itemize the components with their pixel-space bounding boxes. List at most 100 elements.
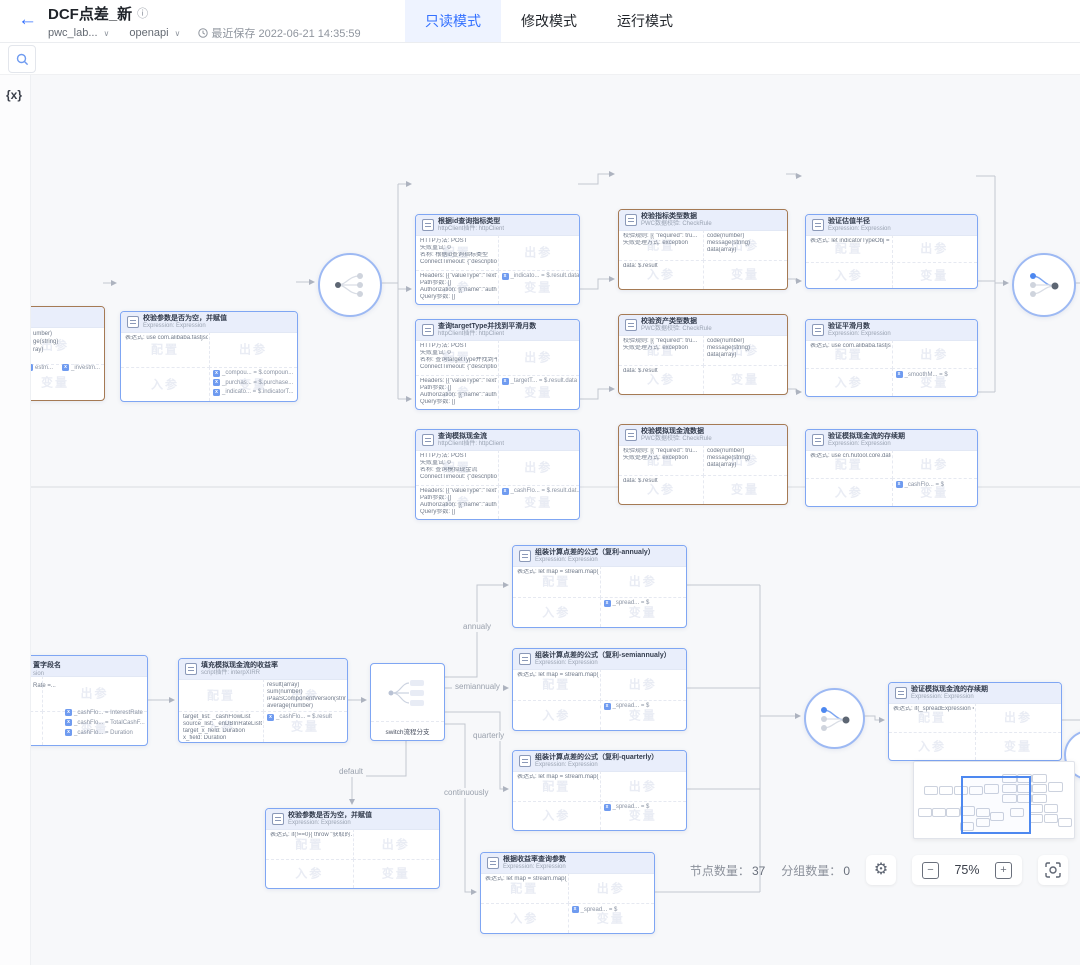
tab-edit-mode[interactable]: 修改模式 (501, 0, 597, 42)
minimap-node (1044, 804, 1058, 813)
node-subtitle: Expression: Expression (143, 323, 227, 330)
node-type-icon (487, 857, 499, 869)
node-config-line: Headers: [{"valueType":"Text","n... (420, 378, 497, 385)
search-button[interactable] (8, 45, 36, 73)
node-type-icon (519, 550, 531, 562)
quadrant-watermark: 入参 (266, 865, 353, 882)
quadrant-watermark: 出参 (892, 346, 978, 363)
node-config-line: sum(number) (267, 689, 346, 696)
variables-icon[interactable]: {x} (6, 88, 22, 102)
node-config-line: code(number) (707, 448, 786, 455)
variable-chip-icon: x (213, 379, 220, 386)
variable-tag: _cashFlo... = $ (905, 482, 945, 488)
settings-button[interactable]: ⚙ (866, 855, 896, 885)
zoom-in-button[interactable]: + (995, 862, 1012, 879)
merge-node[interactable] (804, 688, 865, 749)
node-subtitle: PWC数据校验: CheckRule (641, 436, 712, 443)
fit-view-button[interactable] (1038, 855, 1068, 885)
node-subtitle: Expression: Expression (288, 820, 372, 827)
node-title: 验证估值半径 (828, 217, 891, 226)
env-select[interactable]: openapi (129, 27, 168, 39)
tab-run-mode[interactable]: 运行模式 (597, 0, 693, 42)
node-title: 校验模拟现金流数据 (641, 427, 712, 436)
merge-node[interactable] (1012, 253, 1076, 317)
variable-chip-icon: x (62, 364, 69, 371)
chevron-down-icon[interactable]: ∨ (104, 29, 110, 38)
flow-node-formula-annualy[interactable]: 组装计算点差的公式（复利-annualy）Expression: Express… (512, 545, 687, 628)
flow-node-verify-valuation-radius[interactable]: 验证估值半径Expression: Expression配置表达式: let i… (805, 214, 978, 289)
status-bar: 节点数量：37 分组数量：0 ⚙ − 75% + (690, 855, 1068, 885)
node-config-line: Authorization: [{"name":"authTyp... (420, 287, 497, 294)
flow-node-query-params-by-yield[interactable]: 根据收益率查询参数Expression: Expression配置表达式: le… (480, 852, 655, 934)
variable-tag: _spread... = $ (613, 600, 650, 606)
node-fragment: x_investm... (62, 364, 100, 374)
flow-node-verify-smooth-months[interactable]: 验证平滑月数Expression: Expression配置表达式: use c… (805, 319, 978, 397)
node-config-line: 表达式: let map = stream.map()... (517, 774, 599, 781)
node-subtitle: Expression: Expression (911, 694, 988, 701)
minimap[interactable] (913, 761, 1075, 839)
flow-node-verify-cashflow-duration-bottom[interactable]: 验证模拟现金流的存续期Expression: Expression配置表达式: … (888, 682, 1062, 761)
quadrant-watermark: 出参 (892, 456, 978, 473)
node-config-line: 表达式: use cn.hutool.core.date... (810, 453, 891, 460)
back-icon[interactable]: ← (18, 10, 37, 30)
minimap-viewport[interactable] (961, 776, 1031, 834)
quadrant-watermark: 配置 (121, 341, 209, 358)
project-select[interactable]: pwc_lab... (48, 27, 98, 39)
breadcrumb: pwc_lab... ∨ openapi ∨ 最近保存 2022-06-21 1… (48, 25, 361, 41)
node-config-line: data(array) (707, 462, 786, 469)
node-type-icon (812, 434, 824, 446)
flow-node-switch-branch[interactable]: switch流程分支 (370, 663, 445, 741)
node-config-line: 表达式: let map = stream.map()... (485, 876, 567, 883)
quadrant-watermark: 出参 (975, 709, 1061, 726)
flow-node-check-indicator-type-data[interactable]: 校验指标类型数据PWC数据校验: CheckRule配置校验规则: [{ "re… (618, 209, 788, 290)
node-title: 验证模拟现金流的存续期 (828, 432, 905, 441)
variable-tag: _targetT... = $.result.data (511, 378, 578, 384)
zoom-out-button[interactable]: − (922, 862, 939, 879)
node-config-line: 表达式: use com.alibaba.fastjson... (810, 343, 891, 350)
flow-node-query-indicator-type[interactable]: 根据id查询指标类型httpClient插件: httpClient配置HTTP… (415, 214, 580, 305)
info-icon[interactable]: ⓘ (137, 8, 148, 20)
node-config-line: 失败重试: 0 (420, 460, 497, 467)
flow-node-fill-cashflow-yield[interactable]: 填充模拟现金流的收益率script插件: interpXIRR配置出参resul… (178, 658, 348, 743)
node-title: 根据收益率查询参数 (503, 855, 566, 864)
flow-node-check-params-assign[interactable]: 校验参数是否为空，并赋值Expression: Expression配置表达式:… (120, 311, 298, 402)
edge-label-annualy: annualy (460, 622, 494, 632)
node-config-line: ConnectTimeout: {"description"... (420, 364, 497, 371)
flow-node-formula-semiannualy[interactable]: 组装计算点差的公式（复利-semiannualy）Expression: Exp… (512, 648, 687, 731)
flow-node-query-targettype-smooth[interactable]: 查询targetType并找到平滑月数httpClient插件: httpCli… (415, 319, 580, 410)
node-title: 验证模拟现金流的存续期 (911, 685, 988, 694)
node-config-line: 表达式: if(!==0){ throw "获取的... (270, 832, 352, 839)
node-fragment: x_cashFlo... = Duration (65, 729, 133, 739)
node-config-line: 名称: 查询模拟现金流 (420, 467, 497, 474)
zoom-level: 75% (950, 863, 984, 877)
flow-node-formula-quarterly[interactable]: 组装计算点差的公式（复利-quarterly）Expression: Expre… (512, 750, 687, 831)
gear-icon: ⚙ (874, 862, 888, 878)
flow-node-check-asset-type-data[interactable]: 校验资产类型数据PWC数据校验: CheckRule配置校验规则: [{ "re… (618, 314, 788, 395)
node-subtitle: Expression: Expression (535, 660, 671, 667)
quadrant-watermark: 入参 (889, 737, 975, 754)
flow-node-verify-cashflow-duration-top[interactable]: 验证模拟现金流的存续期Expression: Expression配置表达式: … (805, 429, 978, 507)
variable-chip-icon: x (896, 371, 903, 378)
node-config-line: Query参数: [] (420, 294, 497, 301)
chevron-down-icon[interactable]: ∨ (175, 29, 181, 38)
quadrant-watermark: 入参 (481, 910, 568, 927)
quadrant-watermark: 出参 (42, 685, 147, 702)
page-title: DCF点差_新 (48, 6, 132, 23)
node-subtitle: Expression: Expression (535, 762, 658, 769)
node-title: 查询targetType并找到平滑月数 (438, 322, 536, 331)
variable-chip-icon: x (502, 273, 509, 280)
variable-chip-icon: x (502, 488, 509, 495)
flow-node-check-params-assign-2[interactable]: 校验参数是否为空，并赋值Expression: Expression配置表达式:… (265, 808, 440, 889)
node-config-line: Query参数: [] (420, 509, 497, 516)
variable-chip-icon: x (604, 703, 611, 710)
minimap-node (932, 808, 946, 817)
switch-node-label: switch流程分支 (371, 721, 444, 740)
flow-node-query-sim-cashflow[interactable]: 查询模拟现金流httpClient插件: httpClient配置HTTP方法:… (415, 429, 580, 520)
split-node[interactable] (318, 253, 382, 317)
node-config-line: data(array) (707, 247, 786, 254)
tab-readonly-mode[interactable]: 只读模式 (405, 0, 501, 42)
node-config-line: target_x_field: Duration (183, 728, 262, 735)
quadrant-watermark: 变量 (353, 865, 440, 882)
flow-node-check-sim-cashflow-data[interactable]: 校验模拟现金流数据PWC数据校验: CheckRule配置校验规则: [{ "r… (618, 424, 788, 505)
variable-chip-icon: x (65, 719, 72, 726)
